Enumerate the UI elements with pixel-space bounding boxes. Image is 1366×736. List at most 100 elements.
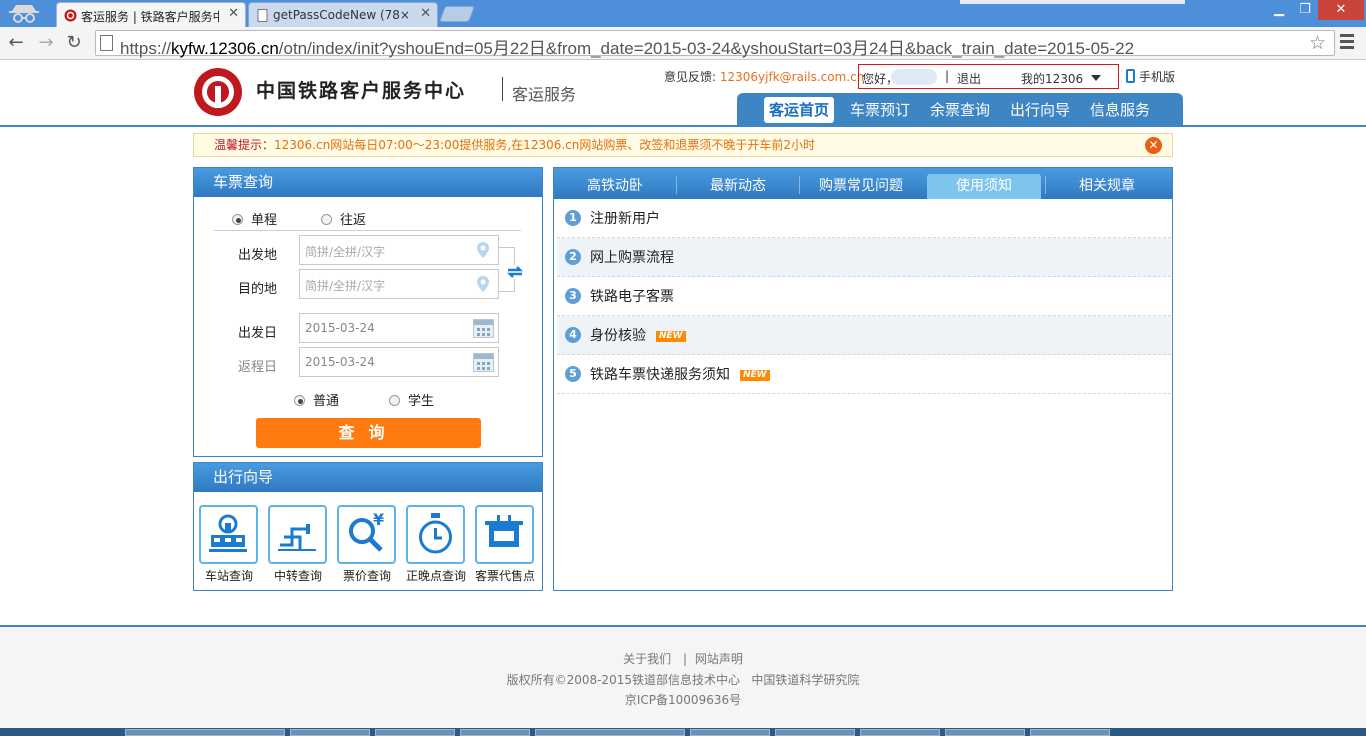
station-query-item[interactable]: 车站查询 [199,505,259,584]
ticket-agency-item[interactable]: 客票代售点 [475,505,535,584]
tab-faq[interactable]: 购票常见问题 [800,174,922,199]
transfer-query-item[interactable]: 中转查询 [268,505,328,584]
taskbar-item[interactable] [1030,729,1110,736]
calendar-icon[interactable] [473,319,494,338]
feedback-label: 意见反馈: [664,70,717,84]
swap-stations-icon[interactable] [505,261,525,283]
search-button[interactable]: 查询 [256,418,481,448]
feedback-email-link[interactable]: 12306yjfk@rails.com.cn [720,70,864,84]
passenger-student-radio[interactable]: 学生 [389,390,434,409]
user-separator: | [945,69,950,83]
reload-icon[interactable]: ↻ [62,31,86,55]
taskbar-item[interactable] [945,729,1025,736]
browser-toolbar: ← → ↻ https://kyfw.12306.cn/otn/index/in… [0,27,1366,60]
location-pin-icon[interactable] [476,275,490,293]
close-tab-icon[interactable]: ✕ [228,6,239,21]
item-number-badge: 5 [565,366,581,382]
guide-item-label: 车站查询 [204,569,253,583]
depart-date-label: 出发日 [238,326,278,341]
stopwatch-icon [406,505,465,564]
svg-text:¥: ¥ [373,510,384,529]
list-item[interactable]: 1 注册新用户 [557,199,1171,238]
about-us-link[interactable]: 关于我们 [623,652,671,666]
taskbar-item[interactable] [775,729,855,736]
nav-info-service[interactable]: 信息服务 [1085,97,1155,123]
nav-ticket-booking[interactable]: 车票预订 [845,97,915,123]
close-notice-icon[interactable]: ✕ [1145,137,1162,154]
browser-tab-inactive[interactable]: getPassCodeNew (78×2 ✕ [248,2,438,27]
site-statement-link[interactable]: 网站声明 [695,652,743,666]
phone-icon [1126,69,1135,83]
list-item[interactable]: 4 身份核验 NEW [557,316,1171,355]
feedback: 意见反馈: 12306yjfk@rails.com.cn [664,68,864,85]
mobile-version-link[interactable]: 手机版 [1126,68,1175,85]
forward-arrow-icon[interactable]: → [34,31,58,55]
railway-logo-icon[interactable] [194,68,242,116]
trip-round-radio[interactable]: 往返 [321,209,366,228]
maximize-icon[interactable]: ❐ [1292,0,1318,20]
station-icon [199,505,258,564]
taskbar-item[interactable] [690,729,770,736]
ticket-query-panel: 车票查询 单程 往返 出发地 简拼/全拼/汉字 目的地 简拼/全拼/汉字 出发日… [193,167,543,457]
browser-tab-active[interactable]: 客运服务 | 铁路客户服务中 ✕ [56,2,246,27]
profile-strip [960,0,1185,4]
incognito-icon [9,5,39,23]
list-item[interactable]: 3 铁路电子客票 [557,277,1171,316]
calendar-icon[interactable] [473,353,494,372]
nav-home[interactable]: 客运首页 [764,97,835,123]
trip-one-way-radio[interactable]: 单程 [232,209,277,228]
query-divider [214,230,521,231]
location-pin-icon[interactable] [476,241,490,259]
taskbar-item[interactable] [290,729,370,736]
new-badge: NEW [656,331,686,342]
item-number-badge: 1 [565,210,581,226]
passenger-normal-radio[interactable]: 普通 [294,390,339,409]
item-link[interactable]: 注册新用户 [590,208,660,228]
punctuality-query-item[interactable]: 正晚点查询 [406,505,466,584]
depart-date-input[interactable]: 2015-03-24 [299,313,499,343]
travel-guide-panel: 出行向导 车站查询 中转查询 ¥ 票价查询 正晚点查询 客票代售点 [193,462,543,591]
fare-query-item[interactable]: ¥ 票价查询 [337,505,397,584]
chevron-down-icon[interactable] [1091,75,1101,81]
taskbar-item[interactable] [535,729,685,736]
list-item[interactable]: 5 铁路车票快递服务须知 NEW [557,355,1171,394]
tab-regulations[interactable]: 相关规章 [1046,174,1168,199]
nav-travel-guide[interactable]: 出行向导 [1005,97,1075,123]
fare-search-icon: ¥ [337,505,396,564]
logout-link[interactable]: 退出 [957,70,981,87]
return-date-input[interactable]: 2015-03-24 [299,347,499,377]
12306-favicon-icon [64,9,77,22]
taskbar-item[interactable] [375,729,455,736]
bookmark-star-icon[interactable]: ☆ [1309,32,1326,54]
tab-usage-notes[interactable]: 使用须知 [927,174,1041,199]
minimize-icon[interactable]: ▁ [1266,0,1292,20]
browser-menu-icon[interactable] [1340,34,1354,50]
new-tab-button[interactable] [439,6,475,22]
close-tab-icon[interactable]: ✕ [420,6,431,21]
my12306-menu[interactable]: 我的12306 [1021,70,1083,87]
tab-latest-news[interactable]: 最新动态 [677,174,799,199]
ticket-query-title: 车票查询 [194,168,542,197]
item-link[interactable]: 身份核验 NEW [590,325,686,345]
url-text: https://kyfw.12306.cn/otn/index/init?ysh… [120,39,1135,58]
item-link[interactable]: 铁路车票快递服务须知 NEW [590,364,770,384]
item-link[interactable]: 网上购票流程 [590,247,674,267]
from-station-input[interactable]: 简拼/全拼/汉字 [299,235,499,265]
back-arrow-icon[interactable]: ← [4,31,28,55]
list-item[interactable]: 2 网上购票流程 [557,238,1171,277]
taskbar-item[interactable] [460,729,530,736]
address-bar[interactable]: https://kyfw.12306.cn/otn/index/init?ysh… [95,30,1335,58]
close-window-icon[interactable]: ✕ [1318,0,1364,20]
taskbar-item[interactable] [125,729,285,736]
nav-remaining-tickets[interactable]: 余票查询 [925,97,995,123]
site-title: 中国铁路客户服务中心 [256,80,467,102]
notice-label: 温馨提示： [214,138,275,152]
tab-title: 客运服务 | 铁路客户服务中 [81,10,219,24]
browser-tabstrip: 客运服务 | 铁路客户服务中 ✕ getPassCodeNew (78×2 ✕ … [0,0,1366,27]
item-link[interactable]: 铁路电子客票 [590,286,674,306]
taskbar-item[interactable] [860,729,940,736]
tab-high-speed-sleeper[interactable]: 高铁动卧 [554,174,676,199]
footer-link-separator: | [682,652,688,666]
to-station-input[interactable]: 简拼/全拼/汉字 [299,269,499,299]
username-redacted [891,69,937,85]
